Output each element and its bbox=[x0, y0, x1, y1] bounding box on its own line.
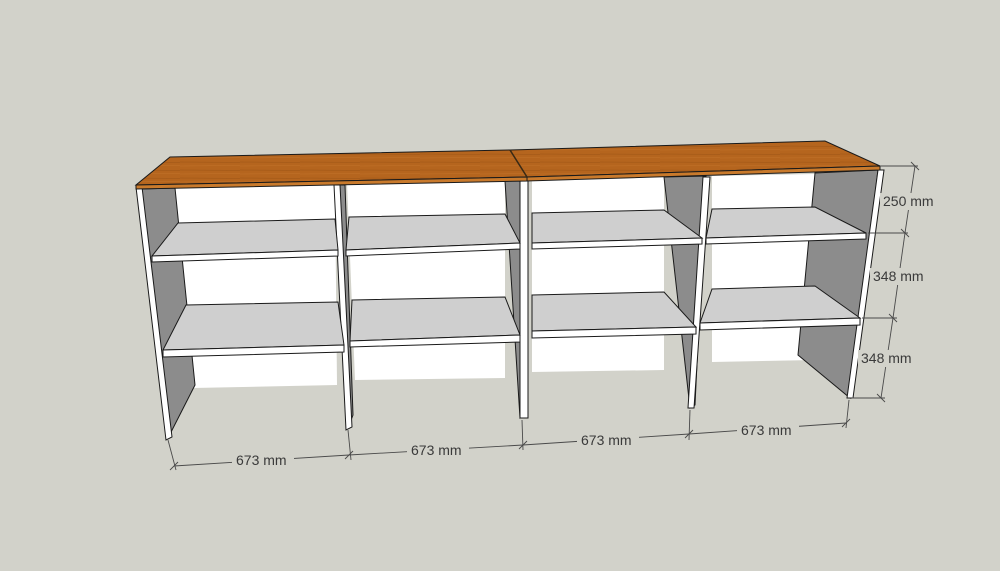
dimension-label-bottom-height: 348 mm bbox=[861, 350, 912, 366]
dimension-label-middle-height: 348 mm bbox=[873, 268, 924, 284]
shelf-lower-1 bbox=[162, 301, 345, 351]
shelving-unit-model: 673 mm 673 mm 673 mm 673 mm 250 mm 348 m… bbox=[134, 140, 942, 471]
dimension-label-bay-1: 673 mm bbox=[236, 452, 287, 468]
shelf-lower-3 bbox=[531, 291, 698, 332]
shelf-lower-2 bbox=[349, 296, 521, 342]
back-panels bbox=[175, 174, 815, 388]
dimension-label-bay-4: 673 mm bbox=[741, 422, 792, 438]
dimension-label-bay-3: 673 mm bbox=[581, 432, 632, 448]
dimension-label-top-height: 250 mm bbox=[883, 193, 934, 209]
dimension-label-bay-2: 673 mm bbox=[411, 442, 462, 458]
